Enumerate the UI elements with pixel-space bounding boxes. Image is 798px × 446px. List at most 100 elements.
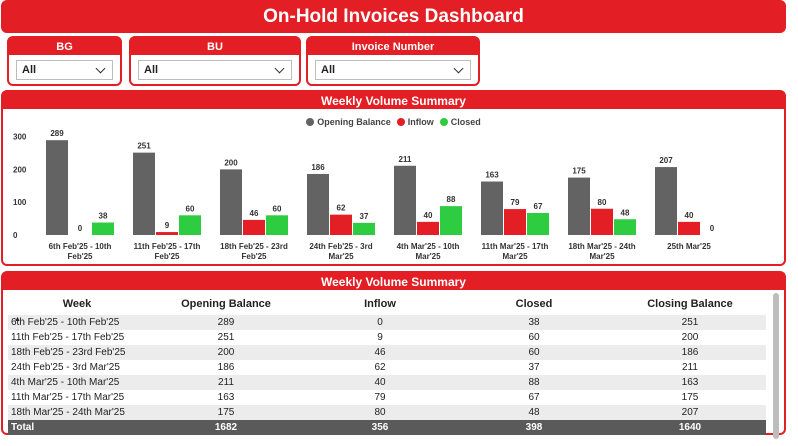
bar-inflow[interactable] (156, 232, 178, 235)
bar-inflow[interactable] (417, 221, 439, 235)
bar-closed[interactable] (614, 219, 636, 235)
data-label: 175 (572, 167, 586, 176)
table-panel-title: Weekly Volume Summary (3, 273, 784, 290)
cell-value: 80 (306, 405, 454, 420)
cell-week: 24th Feb'25 - 3rd Mar'25 (11, 362, 120, 373)
bar-inflow[interactable] (504, 209, 526, 235)
bar-inflow[interactable] (591, 208, 613, 235)
data-label: 62 (337, 204, 346, 213)
data-label: 60 (186, 204, 195, 213)
x-tick-label: 18th Feb'25 - 23rd (220, 242, 288, 251)
bar-opening-balance[interactable] (655, 167, 677, 235)
data-label: 88 (447, 195, 456, 204)
data-label: 0 (78, 224, 83, 233)
bar-closed[interactable] (353, 222, 375, 235)
column-header-closing-balance[interactable]: Closing Balance (614, 293, 766, 315)
bar-opening-balance[interactable] (307, 173, 329, 235)
table-total-row: Total 1682 356 398 1640 (8, 420, 766, 435)
slicer-bu: BU All (129, 36, 301, 86)
sort-ascending-icon[interactable]: ▲ (14, 316, 21, 323)
data-label: 207 (659, 156, 673, 165)
cell-value: 67 (528, 392, 540, 403)
bar-opening-balance[interactable] (133, 152, 155, 235)
slicer-invoice-number-dropdown[interactable]: All (315, 60, 471, 80)
bar-opening-balance[interactable] (394, 165, 416, 235)
slicer-bg: BG All (7, 36, 122, 86)
bar-inflow[interactable] (678, 221, 700, 235)
data-label: 37 (360, 212, 369, 221)
x-tick-label: Mar'25 (589, 252, 615, 261)
data-label: 289 (50, 129, 64, 138)
total-label: Total (8, 420, 146, 435)
bar-closed[interactable] (266, 215, 288, 235)
column-header-opening-balance[interactable]: Opening Balance (146, 293, 306, 315)
bar-closed[interactable] (92, 222, 114, 235)
table-row[interactable]: 6th Feb'25 - 10th Feb'25 289 0 38 251 (8, 315, 766, 330)
data-label: 38 (99, 212, 108, 221)
slicer-bg-dropdown[interactable]: All (16, 60, 113, 80)
cell-week: 18th Mar'25 - 24th Mar'25 (8, 405, 146, 420)
y-tick-label: 200 (13, 165, 27, 174)
x-tick-label: 6th Feb'25 - 10th (49, 242, 112, 251)
table-header-row: Week Opening Balance Inflow Closed Closi… (8, 293, 766, 315)
cell-value: 48 (454, 405, 614, 420)
x-tick-label: 18th Mar'25 - 24th (568, 242, 635, 251)
bar-closed[interactable] (440, 206, 462, 235)
data-label: 9 (165, 221, 170, 230)
bar-inflow[interactable] (243, 219, 265, 235)
column-header-closed[interactable]: Closed (454, 293, 614, 315)
slicer-bu-dropdown[interactable]: All (138, 60, 292, 80)
chevron-down-icon (95, 63, 106, 74)
total-value: 356 (306, 420, 454, 435)
data-label: 211 (399, 155, 412, 164)
column-header-inflow[interactable]: Inflow (306, 293, 454, 315)
cell-value: 40 (306, 375, 454, 390)
x-tick-label: Mar'25 (328, 252, 354, 261)
cell-value: 200 (146, 345, 306, 360)
slicer-invoice-number: Invoice Number All (306, 36, 480, 86)
cell-value: 186 (217, 362, 235, 373)
bar-closed[interactable] (179, 215, 201, 235)
bar-opening-balance[interactable] (481, 181, 503, 235)
table-row[interactable]: 18th Mar'25 - 24th Mar'25 175 80 48 207 (8, 405, 766, 420)
cell-week: 6th Feb'25 - 10th Feb'25 (8, 315, 146, 330)
dashboard-title: On-Hold Invoices Dashboard (1, 0, 786, 33)
cell-value: 163 (217, 392, 235, 403)
cell-value: 251 (614, 315, 766, 330)
total-value: 1682 (146, 420, 306, 435)
table-row[interactable]: 18th Feb'25 - 23rd Feb'25 200 46 60 186 (8, 345, 766, 360)
table-row[interactable]: 11th Feb'25 - 17th Feb'25 251 9 60 200 (8, 330, 766, 345)
cell-value: 200 (681, 332, 699, 343)
bar-opening-balance[interactable] (220, 169, 242, 235)
chart-panel-title: Weekly Volume Summary (3, 92, 784, 109)
cell-value: 175 (146, 405, 306, 420)
x-tick-label: Mar'25 (502, 252, 528, 261)
cell-value: 88 (454, 375, 614, 390)
slicer-bu-label: BU (131, 38, 299, 55)
table-row[interactable]: 24th Feb'25 - 3rd Mar'25 186 62 37 211 (8, 360, 766, 375)
bar-closed[interactable] (527, 213, 549, 235)
weekly-volume-table: Week Opening Balance Inflow Closed Closi… (8, 293, 766, 435)
cell-week: 11th Feb'25 - 17th Feb'25 (11, 332, 125, 343)
bar-opening-balance[interactable] (568, 177, 590, 235)
data-label: 186 (311, 163, 325, 172)
slicer-bg-value: All (22, 64, 37, 76)
weekly-volume-table-panel: Weekly Volume Summary Week Opening Balan… (1, 271, 786, 439)
bar-inflow[interactable] (330, 214, 352, 235)
data-label: 60 (273, 204, 282, 213)
cell-value: 207 (614, 405, 766, 420)
table-row[interactable]: 11th Mar'25 - 17th Mar'25 163 79 67 175 (8, 390, 766, 405)
table-row[interactable]: 4th Mar'25 - 10th Mar'25 211 40 88 163 (8, 375, 766, 390)
bar-opening-balance[interactable] (46, 140, 68, 235)
data-label: 79 (511, 198, 520, 207)
data-label: 0 (710, 224, 715, 233)
column-header-week[interactable]: Week (8, 293, 146, 315)
cell-value: 62 (374, 362, 386, 373)
cell-value: 46 (306, 345, 454, 360)
cell-value: 163 (614, 375, 766, 390)
cell-value: 79 (374, 392, 386, 403)
table-scrollbar[interactable] (773, 293, 779, 439)
slicer-invoice-number-value: All (321, 64, 336, 76)
chevron-down-icon (274, 63, 285, 74)
x-tick-label: 11th Feb'25 - 17th (134, 242, 201, 251)
